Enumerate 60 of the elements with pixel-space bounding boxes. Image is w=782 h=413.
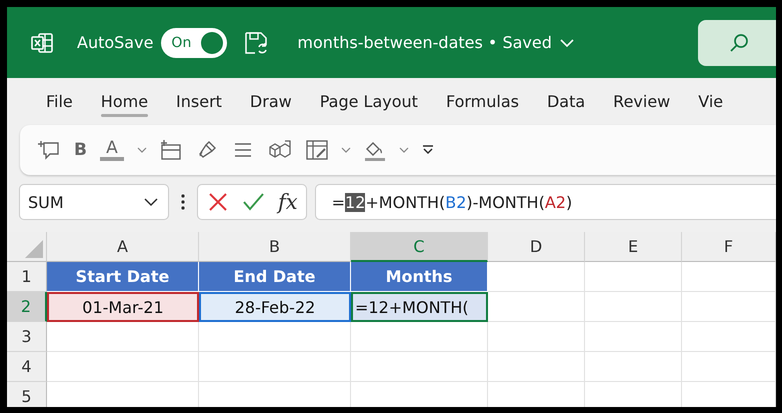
chevron-down-icon[interactable]: [340, 146, 351, 154]
empty-cell[interactable]: [585, 292, 682, 322]
empty-cell[interactable]: [585, 352, 682, 382]
row-header[interactable]: 5: [7, 382, 47, 407]
ribbon-tab[interactable]: Home: [86, 86, 162, 117]
table-cell[interactable]: 01-Mar-21: [47, 292, 199, 322]
row-header[interactable]: 4: [7, 352, 47, 382]
table-cell[interactable]: Start Date: [47, 262, 199, 292]
empty-cell[interactable]: [682, 262, 776, 292]
empty-cell[interactable]: [488, 352, 585, 382]
empty-cell[interactable]: [488, 322, 585, 352]
ribbon-tab[interactable]: Page Layout: [306, 86, 432, 117]
table-style-icon[interactable]: [304, 138, 329, 162]
empty-cell[interactable]: [682, 292, 776, 322]
column-header[interactable]: A: [47, 232, 199, 262]
formula-field[interactable]: =12+MONTH(B2)-MONTH(A2): [314, 184, 776, 220]
cancel-icon[interactable]: [208, 192, 228, 212]
table-cell[interactable]: End Date: [199, 262, 351, 292]
empty-cell[interactable]: [199, 352, 351, 382]
document-title[interactable]: months-between-dates • Saved: [297, 33, 552, 52]
row-header[interactable]: 1: [7, 262, 47, 292]
chevron-down-icon: [144, 197, 158, 207]
insert-cells-icon[interactable]: [158, 138, 183, 162]
column-header[interactable]: D: [488, 232, 585, 262]
ribbon-tab[interactable]: Data: [532, 86, 600, 117]
empty-cell[interactable]: [199, 322, 351, 352]
column-header[interactable]: E: [585, 232, 682, 262]
ribbon-tab[interactable]: Vie: [684, 86, 738, 117]
overflow-icon[interactable]: [420, 144, 435, 156]
empty-cell[interactable]: [682, 352, 776, 382]
empty-cell[interactable]: [351, 352, 488, 382]
ribbon-tab[interactable]: Formulas: [432, 86, 533, 117]
more-options-icon[interactable]: [181, 194, 185, 210]
table-cell[interactable]: =12+MONTH(: [351, 292, 488, 322]
ribbon-tab[interactable]: Draw: [236, 86, 306, 117]
empty-cell[interactable]: [351, 322, 488, 352]
insert-function-button[interactable]: fx: [278, 190, 298, 214]
bold-button[interactable]: B: [74, 140, 87, 160]
search-icon: [728, 32, 750, 54]
table-cell[interactable]: 28-Feb-22: [199, 292, 351, 322]
autosave-label: AutoSave: [77, 33, 154, 52]
font-color-button[interactable]: A: [98, 139, 125, 161]
checkmark-icon[interactable]: [242, 192, 264, 212]
column-header[interactable]: F: [682, 232, 776, 262]
table-cell[interactable]: Months: [351, 262, 488, 292]
chevron-down-icon[interactable]: [136, 146, 147, 154]
ribbon-tab[interactable]: File: [32, 86, 87, 117]
ribbon-tab[interactable]: Review: [599, 86, 684, 117]
search-box[interactable]: [698, 20, 776, 66]
autosave-toggle[interactable]: On: [161, 28, 228, 58]
save-icon[interactable]: [243, 30, 270, 56]
empty-cell[interactable]: [585, 262, 682, 292]
column-header[interactable]: B: [199, 232, 351, 262]
row-header[interactable]: 3: [7, 322, 47, 352]
ribbon-tab[interactable]: Insert: [162, 86, 236, 117]
excel-logo-icon: [30, 30, 54, 54]
empty-cell[interactable]: [585, 322, 682, 352]
name-box[interactable]: SUM: [19, 184, 169, 220]
chevron-down-icon[interactable]: [398, 146, 409, 154]
empty-cell[interactable]: [682, 322, 776, 352]
